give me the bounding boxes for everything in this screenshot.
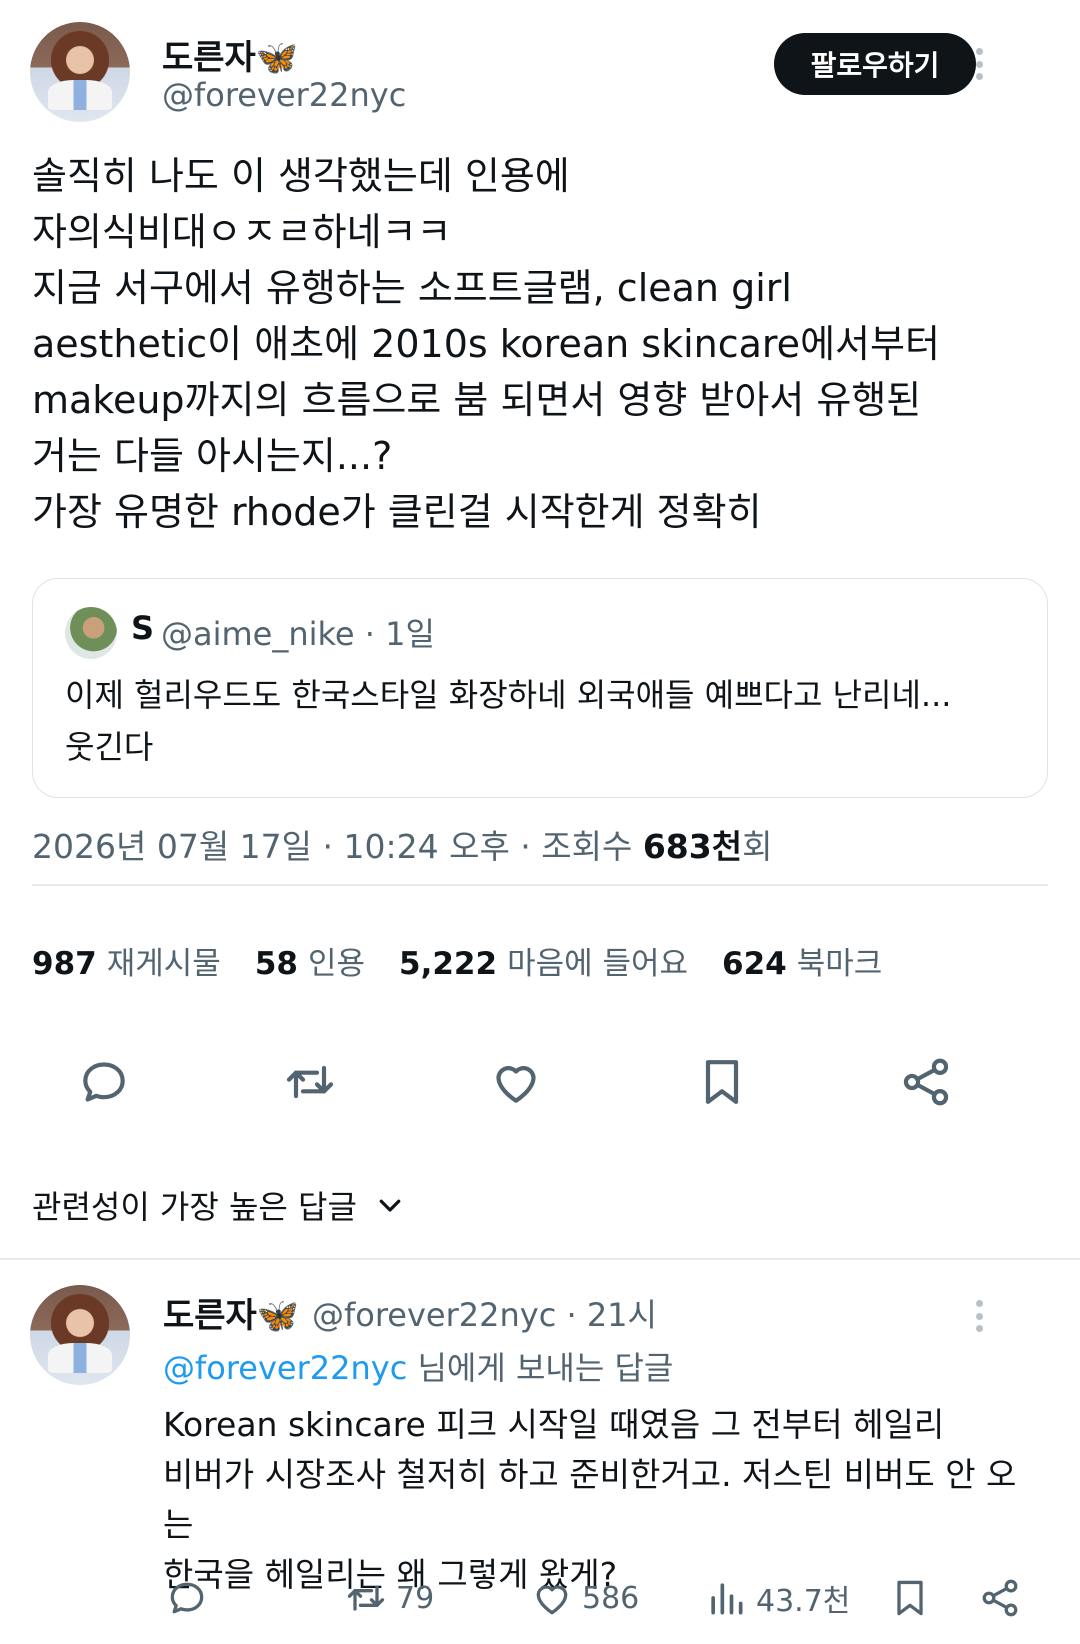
reply-mention[interactable]: @forever22nyc	[163, 1349, 407, 1387]
share-icon[interactable]	[898, 1054, 954, 1110]
quote-avatar	[65, 607, 117, 659]
author-name[interactable]: 도른자🦋	[162, 30, 298, 79]
quoted-tweet[interactable]: S @aime_nike · 1일 이제 헐리우드도 한국스타일 화장하네 외국…	[32, 578, 1048, 798]
view-count: 683천	[642, 827, 743, 866]
author-avatar[interactable]	[30, 22, 130, 122]
more-options-icon[interactable]	[964, 44, 994, 84]
reply-icon	[170, 1582, 204, 1614]
like-icon	[536, 1585, 568, 1615]
share-icon	[982, 1579, 1018, 1617]
section-divider	[0, 1258, 1080, 1260]
quotes-stat[interactable]: 58 인용	[255, 938, 365, 983]
reply-bookmark-button[interactable]	[888, 1574, 932, 1622]
tweet-text: 솔직히 나도 이 생각했는데 인용에 자의식비대ㅇㅈㄹ하네ㅋㅋ 지금 서구에서 …	[32, 154, 940, 534]
action-bar	[0, 1050, 1080, 1130]
replying-to: @forever22nyc 님에게 보내는 답글	[163, 1349, 674, 1387]
quote-author-name: S	[131, 609, 155, 647]
reply-repost-count: 79	[396, 1580, 435, 1616]
reply-repost-button[interactable]: 79	[344, 1574, 434, 1622]
bookmark-icon[interactable]	[694, 1054, 750, 1110]
reposts-stat[interactable]: 987 재게시물	[32, 938, 221, 983]
chevron-down-icon	[379, 1199, 401, 1212]
bookmark-icon	[897, 1580, 923, 1616]
reply-sort-dropdown[interactable]: 관련성이 가장 높은 답글	[32, 1182, 405, 1228]
repost-icon	[347, 1585, 385, 1611]
engagement-stats: 987 재게시물 58 인용 5,222 마음에 들어요 624 북마크	[32, 938, 882, 983]
reply-like-button[interactable]: 586	[530, 1574, 639, 1622]
quote-author-handle: @aime_nike · 1일	[161, 615, 435, 653]
bookmarks-stat[interactable]: 624 북마크	[722, 938, 882, 983]
author-handle[interactable]: @forever22nyc	[162, 76, 406, 114]
reply-text: Korean skincare 피크 시작일 때였음 그 전부터 헤일리 비버가…	[163, 1405, 1017, 1594]
reply-author-avatar[interactable]	[30, 1285, 130, 1385]
likes-stat[interactable]: 5,222 마음에 들어요	[399, 938, 688, 983]
reply-author-handle[interactable]: @forever22nyc · 21시	[312, 1290, 657, 1336]
reply-share-button[interactable]	[978, 1574, 1022, 1622]
reply-like-count: 586	[582, 1580, 640, 1616]
view-suffix: 회	[742, 827, 773, 866]
analytics-icon	[711, 1583, 743, 1615]
reply-view-count: 43.7천	[756, 1584, 851, 1619]
reply-views-button[interactable]: 43.7천	[704, 1574, 850, 1622]
reply-more-options-icon[interactable]	[964, 1296, 994, 1336]
reply-author-name[interactable]: 도른자🦋	[163, 1288, 299, 1337]
reply-reply-button[interactable]	[165, 1574, 209, 1622]
divider	[32, 884, 1048, 886]
like-icon[interactable]	[488, 1054, 544, 1110]
sort-label: 관련성이 가장 높은 답글	[32, 1188, 357, 1226]
repost-icon[interactable]	[282, 1054, 338, 1110]
quote-text: 이제 헐리우드도 한국스타일 화장하네 외국애들 예쁘다고 난리네... 웃긴다	[65, 676, 952, 766]
tweet-meta: 2026년 07월 17일 · 10:24 오후 · 조회수 683천회	[32, 820, 772, 868]
timestamp[interactable]: 2026년 07월 17일 · 10:24 오후 · 조회수	[32, 827, 643, 866]
reply-icon[interactable]	[76, 1054, 132, 1110]
follow-button[interactable]: 팔로우하기	[774, 33, 976, 95]
